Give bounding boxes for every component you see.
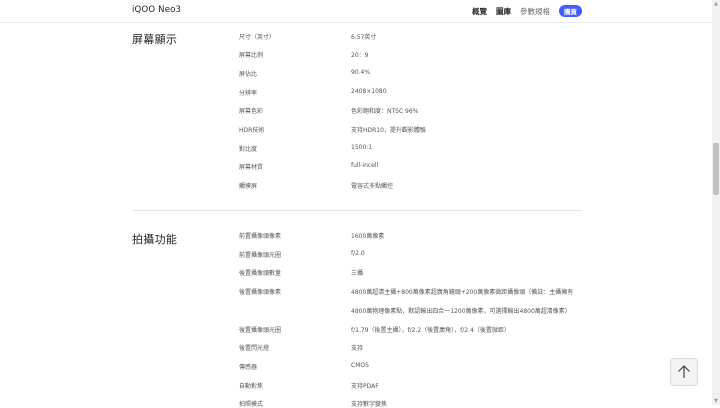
spec-value: 4800萬超清主攝+800萬像素超廣角鏡頭+200萬像素微距攝像頭（備註：主攝擁… [351, 289, 574, 296]
scroll-down-arrow-icon[interactable]: ▼ [713, 398, 719, 404]
spec-value: 90.4% [351, 69, 371, 76]
spec-label: 後置攝像頭數量 [239, 270, 282, 277]
spec-label: 自動對焦 [239, 383, 264, 390]
spec-value: 支持HDR10，提升觀影體驗 [351, 127, 426, 134]
scrollbar-thumb[interactable] [713, 143, 719, 195]
spec-label: 對比度 [239, 146, 258, 153]
scroll-up-arrow-icon[interactable]: ▲ [713, 1, 719, 7]
spec-value: 色彩飽和度：NTSC 96% [351, 108, 419, 115]
spec-label: 屏幕材質 [239, 164, 264, 171]
spec-label: 屏佔比 [239, 71, 258, 78]
spec-label: 觸摸屏 [239, 183, 258, 190]
spec-value: f/2.0 [351, 250, 365, 257]
brand-name[interactable]: iQOO Neo3 [132, 5, 181, 15]
spec-value: 電容式多點觸控 [351, 183, 394, 190]
spec-value-continued: 4800萬物理像素點，默認輸出四合一1200萬像素，可選擇輸出4800萬超清像素… [351, 308, 571, 315]
spec-value: 6.57英寸 [351, 34, 377, 41]
spec-label: HDR技術 [239, 127, 265, 134]
nav-specs[interactable]: 參數規格 [520, 6, 550, 17]
spec-label: 屏幕比例 [239, 52, 264, 59]
spec-value: 1500:1 [351, 144, 373, 151]
spec-label: 前置攝像頭像素 [239, 233, 282, 240]
spec-label: 拍照模式 [239, 401, 264, 408]
back-to-top-button[interactable] [670, 358, 698, 386]
spec-label: 後置攝像頭光圈 [239, 327, 282, 334]
arrow-up-icon [678, 365, 690, 378]
spec-value: 支持PDAF [351, 383, 379, 390]
spec-value: f/1.79（後置主攝），f/2.2（後置廣角），f/2.4（後置微距） [351, 327, 510, 334]
buy-button[interactable]: 購買 [559, 5, 582, 17]
spec-value: 20：9 [351, 52, 369, 59]
spec-label: 後置攝像頭像素 [239, 289, 282, 296]
nav-gallery[interactable]: 圖庫 [496, 6, 511, 17]
section-title-camera: 拍攝功能 [132, 233, 178, 246]
section-divider [132, 210, 582, 211]
spec-value: 三攝 [351, 270, 364, 277]
top-nav-bar: iQOO Neo3 概覽 圖庫 參數規格 購買 [0, 0, 712, 23]
spec-value: CMOS [351, 362, 369, 369]
spec-value: 1600萬像素 [351, 233, 385, 240]
scrollbar-track[interactable] [712, 0, 720, 405]
spec-value: full-incell [351, 162, 379, 169]
spec-value: 2408×1080 [351, 88, 387, 95]
spec-label: 尺寸（英寸） [239, 34, 276, 41]
spec-label: 後置閃光燈 [239, 345, 270, 352]
section-title-display: 屏幕顯示 [132, 33, 178, 46]
spec-label: 前置攝像頭光圈 [239, 252, 282, 259]
nav-overview[interactable]: 概覽 [472, 6, 487, 17]
spec-value: 支持數字變焦 [351, 401, 388, 408]
spec-label: 傳感器 [239, 364, 258, 371]
spec-label: 分辨率 [239, 90, 258, 97]
spec-label: 屏幕色彩 [239, 108, 264, 115]
spec-value: 支持 [351, 345, 364, 352]
